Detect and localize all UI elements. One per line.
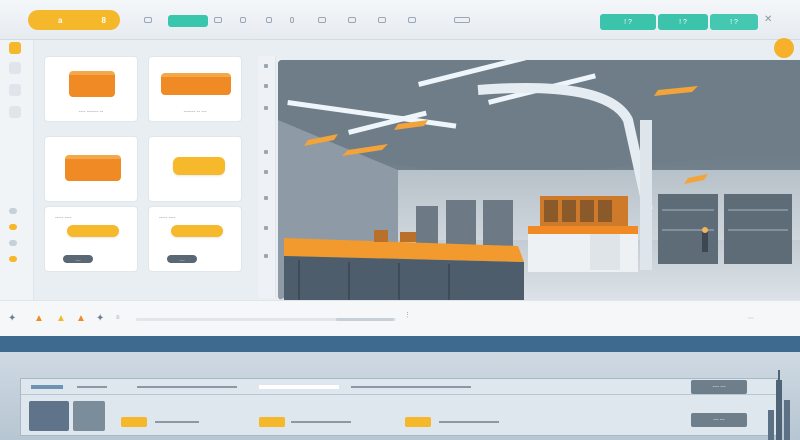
asset-card[interactable] — [148, 136, 242, 202]
table-action-button[interactable]: --- --- — [691, 413, 747, 427]
table-cell-text — [155, 421, 199, 423]
scene-thumbnail[interactable] — [73, 401, 105, 431]
scroll-icon[interactable]: ⋮ — [404, 311, 411, 319]
toolbar-icon[interactable] — [214, 17, 222, 23]
tool-icon[interactable] — [264, 84, 268, 88]
teal-toolbar-button[interactable] — [168, 15, 208, 27]
warning-icon[interactable]: ▲ — [56, 313, 66, 324]
tab-2[interactable]: ! ? — [658, 14, 708, 30]
warehouse-scene — [278, 60, 800, 300]
card-caption: ---- ------- -- — [78, 109, 104, 115]
tab-1[interactable]: ! ? — [600, 14, 656, 30]
table-cell-text — [439, 421, 499, 423]
right-tab-group: ! ? ! ? ! ? — [600, 14, 758, 30]
asset-card[interactable]: ------- -- --- — [148, 56, 242, 122]
asset-card[interactable] — [44, 136, 138, 202]
warning-icon[interactable]: ▲ — [34, 313, 44, 324]
pill-thumbnail — [171, 225, 223, 237]
toolbar-icon[interactable] — [240, 17, 246, 23]
tool-icon[interactable] — [264, 254, 268, 258]
rail-item-icon[interactable] — [9, 106, 21, 118]
toolbar-icon[interactable] — [318, 17, 326, 23]
card-caption: ------- -- --- — [183, 109, 207, 115]
toolbar-icon[interactable] — [348, 17, 356, 23]
rail-home-icon[interactable] — [9, 42, 21, 54]
asset-cards: ---- ------- -- ------- -- --- ----- ---… — [34, 44, 254, 306]
tool-icon[interactable] — [264, 106, 268, 110]
timeline-thumb[interactable] — [336, 318, 394, 321]
tab-3[interactable]: ! ? — [710, 14, 758, 30]
toolbar-icon[interactable] — [408, 17, 416, 23]
brand-text: a — [58, 15, 63, 25]
toolbar-icon[interactable] — [454, 17, 470, 23]
table-header-text — [351, 386, 471, 388]
rail-item-icon[interactable] — [9, 208, 17, 214]
tool-icon[interactable] — [264, 64, 268, 68]
table-header-text — [137, 386, 237, 388]
table-header-text — [77, 386, 107, 388]
asset-card[interactable]: ----- ---- ---- — [148, 206, 242, 272]
card-button[interactable]: ---- — [63, 255, 93, 263]
vertical-toolstrip — [258, 56, 276, 298]
asset-card[interactable]: ----- ---- ---- — [44, 206, 138, 272]
table-tag — [31, 385, 63, 389]
asset-table: ---- --- --- --- — [20, 378, 778, 436]
scene-viewport[interactable] — [278, 60, 800, 300]
nav-icon[interactable]: ✦ — [8, 313, 16, 324]
table-header: ---- --- — [21, 379, 777, 395]
crate-thumbnail — [65, 155, 121, 181]
rail-item-icon[interactable] — [9, 84, 21, 96]
nav-icon[interactable]: ✦ — [96, 313, 104, 324]
status-strip: ✦ ▲ ▲ ▲ ✦ ≡ ⋮ ⋯ — [0, 300, 800, 336]
card-title: ----- ---- — [159, 215, 176, 221]
table-chip[interactable] — [259, 417, 285, 427]
asset-card[interactable]: ---- ------- -- — [44, 56, 138, 122]
toolbar-icon[interactable] — [290, 17, 294, 23]
top-toolbar: a 8 ! ? ! ? ! ? ✕ — [0, 0, 800, 40]
card-button[interactable]: ---- — [167, 255, 197, 263]
crate-thumbnail — [69, 71, 115, 97]
table-chip[interactable] — [405, 417, 431, 427]
rail-item-icon[interactable] — [9, 256, 17, 262]
toolbar-icon[interactable] — [266, 17, 272, 23]
rail-item-icon[interactable] — [9, 224, 17, 230]
scene-thumbnail[interactable] — [29, 401, 69, 431]
bottom-panel: ---- --- --- --- — [0, 352, 800, 440]
rail-item-icon[interactable] — [9, 240, 17, 246]
table-chip[interactable] — [121, 417, 147, 427]
close-icon[interactable]: ✕ — [764, 14, 772, 25]
skyline-decoration — [768, 370, 790, 440]
nav-icon[interactable]: ≡ — [116, 315, 120, 321]
tool-icon[interactable] — [264, 150, 268, 154]
brand-pill[interactable]: a 8 — [28, 10, 120, 30]
timeline-track[interactable] — [136, 318, 396, 321]
tool-icon[interactable] — [264, 170, 268, 174]
rail-item-icon[interactable] — [9, 62, 21, 74]
table-action-button[interactable]: ---- --- — [691, 380, 747, 394]
table-search[interactable] — [259, 385, 339, 389]
left-rail — [0, 40, 34, 300]
more-icon[interactable]: ⋯ — [748, 315, 754, 322]
crate-thumbnail — [161, 73, 231, 95]
status-orb[interactable] — [774, 38, 794, 58]
warning-icon[interactable]: ▲ — [76, 313, 86, 324]
pill-thumbnail — [67, 225, 119, 237]
toolbar-icon[interactable] — [378, 17, 386, 23]
brand-glyph: 8 — [101, 15, 106, 25]
toolbar-icon[interactable] — [144, 17, 152, 23]
card-title: ----- ---- — [55, 215, 72, 221]
tool-icon[interactable] — [264, 196, 268, 200]
table-cell-text — [291, 421, 351, 423]
pill-thumbnail — [173, 157, 225, 175]
section-divider — [0, 336, 800, 352]
tool-icon[interactable] — [264, 226, 268, 230]
